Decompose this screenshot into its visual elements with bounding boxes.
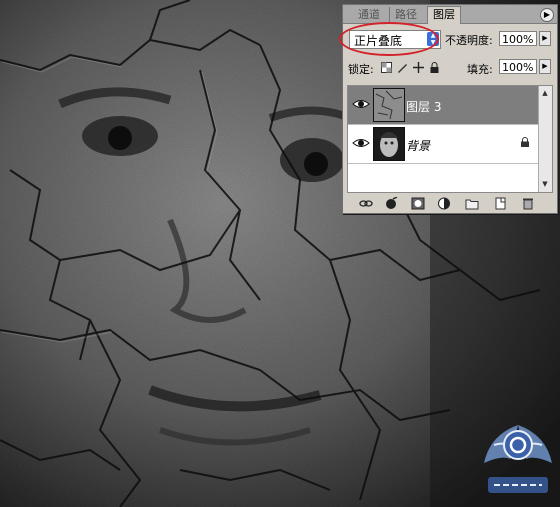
spinner-icon: ▲ ▼ xyxy=(427,32,439,46)
mask-icon[interactable] xyxy=(411,197,425,210)
site-logo xyxy=(484,425,552,493)
layer-thumbnail xyxy=(373,127,405,161)
folder-icon[interactable] xyxy=(465,197,479,210)
eye-icon[interactable] xyxy=(351,133,371,153)
tab-layers[interactable]: 图层 xyxy=(427,6,461,24)
lock-label: 锁定: xyxy=(348,63,374,76)
triangle-right-icon: ▶ xyxy=(542,62,548,70)
adjustment-icon[interactable] xyxy=(437,197,451,210)
triangle-right-icon: ▶ xyxy=(543,10,551,19)
layer-row-background[interactable]: 背景 xyxy=(348,125,538,164)
scroll-up-icon[interactable]: ▲ xyxy=(540,88,550,98)
opacity-arrow-button[interactable]: ▶ xyxy=(539,31,551,46)
lock-icon xyxy=(521,137,529,147)
fx-icon[interactable] xyxy=(385,197,399,210)
lock-paint-icon[interactable] xyxy=(397,62,408,73)
fill-label: 填充: xyxy=(467,63,493,76)
fill-arrow-button[interactable]: ▶ xyxy=(539,59,551,74)
eye-icon[interactable] xyxy=(351,94,371,114)
fill-input[interactable]: 100% xyxy=(499,59,537,74)
lock-move-icon[interactable] xyxy=(413,62,424,73)
link-icon[interactable] xyxy=(359,197,373,210)
triangle-right-icon: ▶ xyxy=(542,34,548,42)
layers-panel: 通道 路径 图层 ▶ 正片叠底 ▲ ▼ 不透明度: 100% ▶ 锁定: 填充:… xyxy=(339,4,558,214)
panel-menu-button[interactable]: ▶ xyxy=(540,8,554,22)
blend-mode-value: 正片叠底 xyxy=(354,34,403,48)
panel-tabbar: 通道 路径 图层 ▶ xyxy=(343,5,557,24)
lock-fill-row: 锁定: 填充: 100% ▶ xyxy=(343,57,557,77)
layer-thumbnail xyxy=(373,88,405,122)
lock-transparent-icon[interactable] xyxy=(381,62,392,73)
layers-scrollbar[interactable]: ▲ ▼ xyxy=(538,86,552,192)
scroll-down-icon[interactable]: ▼ xyxy=(540,179,550,189)
layer-name: 背景 xyxy=(406,139,431,153)
blend-mode-select[interactable]: 正片叠底 ▲ ▼ xyxy=(349,30,441,49)
blend-opacity-row: 正片叠底 ▲ ▼ 不透明度: 100% ▶ xyxy=(339,22,557,56)
opacity-label: 不透明度: xyxy=(445,34,493,47)
trash-icon[interactable] xyxy=(521,197,535,210)
lock-all-icon[interactable] xyxy=(429,62,440,73)
panel-footer xyxy=(343,195,557,213)
opacity-input[interactable]: 100% xyxy=(499,31,537,46)
new-layer-icon[interactable] xyxy=(493,197,507,210)
layers-list: 图层 3 背景 ▲ ▼ xyxy=(347,85,553,193)
tab-paths[interactable]: 路径 xyxy=(389,7,422,22)
tab-channels[interactable]: 通道 xyxy=(353,7,385,22)
layer-row-layer3[interactable]: 图层 3 xyxy=(348,86,538,125)
layer-name: 图层 3 xyxy=(406,100,442,114)
